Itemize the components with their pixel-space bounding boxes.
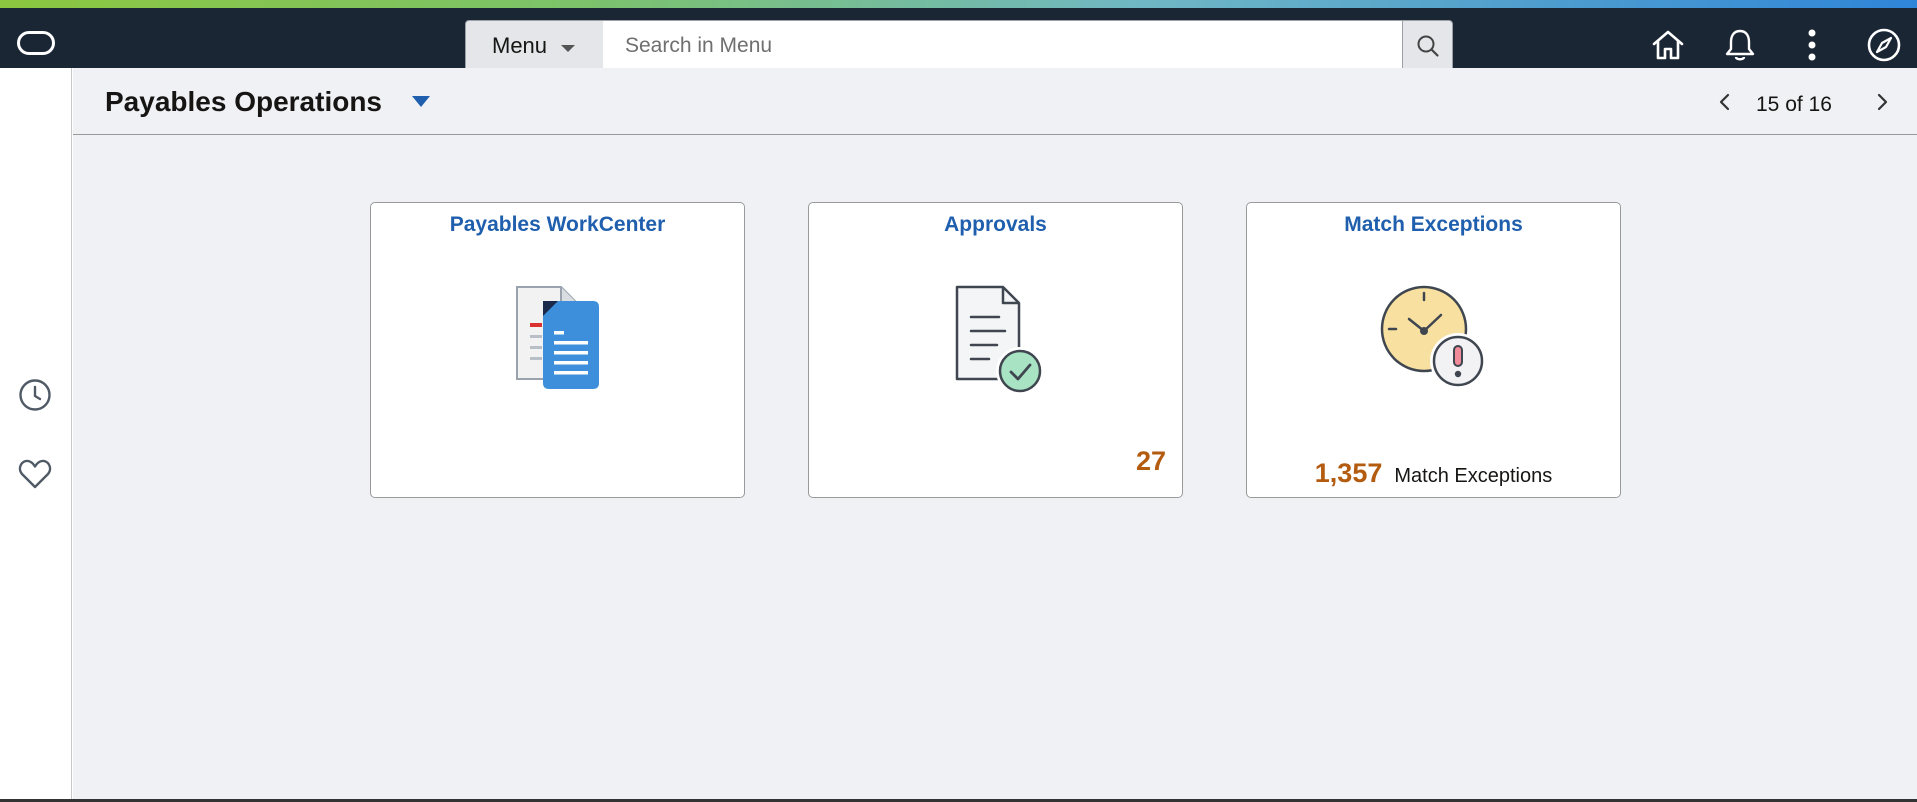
previous-page-button[interactable] bbox=[1713, 90, 1737, 114]
more-vertical-icon bbox=[1808, 29, 1816, 61]
tile-payables-workcenter[interactable]: Payables WorkCenter bbox=[370, 202, 745, 498]
left-sidebar bbox=[0, 68, 72, 802]
match-exceptions-count: 1,357 bbox=[1314, 458, 1383, 488]
match-exceptions-footer: 1,357 Match Exceptions bbox=[1247, 458, 1620, 489]
menu-label: Menu bbox=[492, 33, 548, 58]
tile-title: Approvals bbox=[944, 213, 1047, 236]
top-header: Menu bbox=[0, 8, 1917, 72]
tile-icon-wrap bbox=[809, 275, 1182, 405]
chevron-down-icon bbox=[561, 44, 576, 52]
menu-dropdown-button[interactable]: Menu bbox=[465, 20, 604, 72]
chevron-right-icon bbox=[1877, 93, 1888, 111]
actions-menu-button[interactable] bbox=[1792, 25, 1832, 65]
search-input[interactable] bbox=[603, 20, 1403, 72]
page-title: Payables Operations bbox=[105, 86, 383, 117]
favorites-button[interactable] bbox=[15, 454, 55, 494]
search-icon bbox=[1417, 35, 1439, 57]
main-content: Payables Operations 15 of 16 Payables Wo… bbox=[73, 68, 1917, 800]
approved-document-icon bbox=[955, 285, 1044, 395]
bell-icon bbox=[1725, 29, 1755, 61]
tile-approvals[interactable]: Approvals 27 bbox=[808, 202, 1183, 498]
documents-icon bbox=[515, 286, 599, 389]
notifications-button[interactable] bbox=[1720, 25, 1760, 65]
tile-title: Payables WorkCenter bbox=[449, 213, 666, 236]
chevron-left-icon bbox=[1719, 93, 1730, 111]
recent-clock-icon bbox=[19, 379, 51, 411]
page-title-bar: Payables Operations 15 of 16 bbox=[73, 68, 1917, 135]
favorites-heart-icon bbox=[18, 459, 52, 489]
match-exceptions-label: Match Exceptions bbox=[1394, 465, 1553, 487]
home-button[interactable] bbox=[1648, 25, 1688, 65]
logo-icon[interactable] bbox=[17, 31, 55, 55]
title-dropdown-caret-icon[interactable] bbox=[412, 96, 430, 107]
tile-icon-wrap bbox=[371, 275, 744, 405]
search-button[interactable] bbox=[1402, 20, 1453, 72]
recent-places-button[interactable] bbox=[15, 375, 55, 415]
tile-icon-wrap bbox=[1247, 275, 1620, 405]
clock-alert-icon bbox=[1380, 285, 1486, 389]
approvals-count: 27 bbox=[1135, 446, 1166, 476]
brand-stripe bbox=[0, 0, 1917, 8]
compass-icon bbox=[1867, 28, 1901, 62]
tile-match-exceptions[interactable]: Match Exceptions 1,357 Match Exceptions bbox=[1246, 202, 1621, 498]
home-icon bbox=[1652, 30, 1684, 60]
tile-title: Match Exceptions bbox=[1344, 213, 1523, 236]
next-page-button[interactable] bbox=[1870, 90, 1894, 114]
navbar-button[interactable] bbox=[1864, 25, 1904, 65]
page-indicator: 15 of 16 bbox=[1756, 93, 1832, 116]
